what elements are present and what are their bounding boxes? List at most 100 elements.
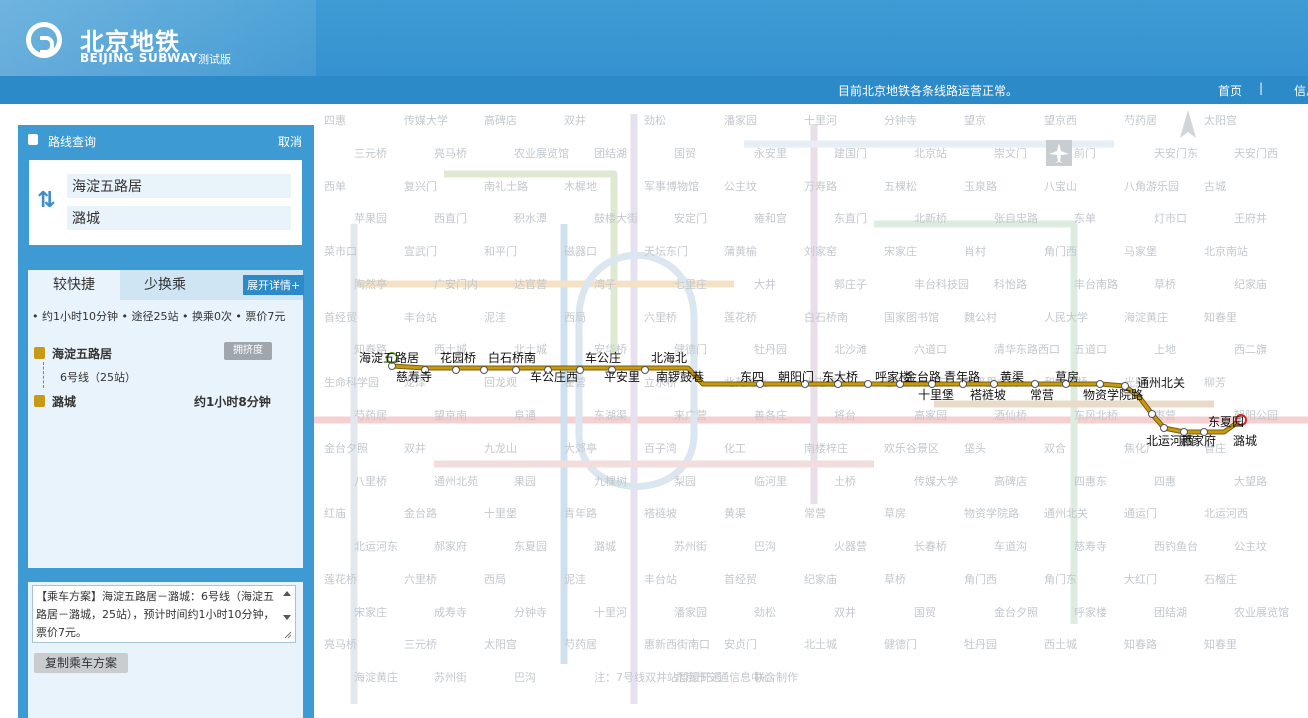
- logo-area[interactable]: 北京地铁 BEIJING SUBWAY 测试版: [0, 0, 316, 76]
- bg-station-label: 十里河: [594, 605, 627, 619]
- route-station-label[interactable]: 东大桥: [822, 368, 858, 385]
- bg-station-label: 八角游乐园: [1124, 179, 1179, 193]
- station-search-box: ⇅: [29, 160, 302, 245]
- nav-home-link[interactable]: 首页: [1218, 82, 1242, 99]
- bg-station-label: 呼家楼: [1074, 605, 1107, 619]
- bg-station-label: 双合: [1044, 441, 1066, 455]
- bg-station-label: 蒲黄榆: [724, 245, 757, 259]
- route-station-label[interactable]: 郝家府: [1180, 432, 1216, 449]
- nav-info-link[interactable]: 信息: [1294, 82, 1308, 99]
- bg-station-label: 惠新西街南口: [644, 638, 710, 652]
- bg-station-label: 十里堡: [484, 507, 517, 521]
- bg-station-label: 团结湖: [594, 146, 627, 160]
- bg-station-label: 苏州街: [434, 671, 467, 685]
- bg-station-label: 金台夕照: [994, 605, 1038, 619]
- route-station-label[interactable]: 草房: [1055, 368, 1079, 385]
- route-station-label[interactable]: 朝阳门: [778, 368, 814, 385]
- bg-station-label: 西局: [564, 310, 586, 324]
- site-header: 北京地铁 BEIJING SUBWAY 测试版 目前北京地铁各条线路运营正常。 …: [0, 0, 1308, 104]
- route-results: 较快捷 少换乘 展开详情+ • 约1小时10分钟 • 途径25站 • 换乘0次 …: [28, 270, 305, 568]
- tab-fastest[interactable]: 较快捷: [28, 270, 120, 300]
- bg-station-label: 联合制作: [754, 671, 798, 685]
- destination-station-name[interactable]: 潞城: [52, 393, 76, 410]
- route-station-label[interactable]: 潞城: [1233, 432, 1257, 449]
- bg-station-label: 物资学院路: [964, 507, 1019, 521]
- bg-station-label: 南礼士路: [484, 179, 528, 193]
- bg-station-label: 潞城: [594, 540, 616, 554]
- route-station-label[interactable]: 常营: [1030, 386, 1054, 403]
- bg-station-label: 北运河西: [1204, 507, 1248, 521]
- bg-station-label: 角门西: [1044, 245, 1077, 259]
- route-station-label[interactable]: 青年路: [944, 368, 980, 385]
- bg-station-label: 长春桥: [914, 540, 947, 554]
- bg-station-label: 北沙滩: [834, 343, 867, 357]
- route-station-label[interactable]: 白石桥南: [488, 349, 536, 366]
- subway-map[interactable]: 四惠 传媒大学 高碑店 双井 劲松 潘家园 十里河 分钟寺 望京 望京西 芍药居 太阳宫 三元桥 亮马桥农…: [314, 104, 1308, 718]
- route-station-label[interactable]: 十里堡: [918, 386, 954, 403]
- bg-station-label: 首经贸: [324, 310, 357, 324]
- bg-station-label: 高家园: [914, 409, 947, 422]
- nav-separator: |: [1259, 81, 1264, 95]
- route-station-label[interactable]: 花园桥: [440, 349, 476, 366]
- bg-station-label: 四惠: [1154, 474, 1176, 488]
- bg-station-label: 西钓鱼台: [1154, 540, 1198, 554]
- route-station-label[interactable]: 金台路: [905, 368, 941, 385]
- destination-train-icon: [34, 395, 45, 407]
- bg-station-label: 丰台南路: [1074, 277, 1118, 291]
- bg-station-label: 知春里: [1204, 638, 1237, 652]
- bg-station-label: 莲花桥: [324, 572, 357, 586]
- bg-station-label: 将台: [834, 409, 856, 422]
- bg-station-label: 土桥: [834, 474, 856, 488]
- to-station-input[interactable]: [67, 206, 291, 230]
- origin-station-name[interactable]: 海淀五路居: [52, 345, 112, 362]
- bg-station-label: 九棵树: [594, 474, 627, 488]
- route-summary: • 约1小时10分钟 • 途径25站 • 换乘0次 • 票价7元: [32, 310, 286, 323]
- copy-plan-button[interactable]: 复制乘车方案: [34, 653, 128, 673]
- bg-station-label: 车道沟: [994, 540, 1027, 554]
- bg-station-label: 亮马桥: [434, 146, 467, 160]
- bg-station-label: 双井: [834, 605, 856, 619]
- trip-duration: 约1小时8分钟: [194, 395, 271, 409]
- route-station-label[interactable]: 物资学院路: [1083, 386, 1143, 403]
- tab-fewest-transfers[interactable]: 少换乘: [120, 270, 210, 300]
- route-station-label[interactable]: 东四: [740, 368, 764, 385]
- cancel-button[interactable]: 取消: [278, 133, 302, 150]
- bg-station-label: 科怡路: [994, 277, 1027, 291]
- bg-station-label: 万寿路: [804, 179, 837, 193]
- bg-station-label: 宋家庄: [354, 605, 387, 619]
- plan-textarea[interactable]: 【乘车方案】海淀五路居－潞城：6号线（海淀五路居－潞城，25站），预计时间约1小…: [32, 585, 296, 643]
- bg-station-label: 巴沟: [754, 540, 776, 554]
- from-station-input[interactable]: [67, 174, 291, 198]
- route-station-label[interactable]: 海淀五路居: [359, 349, 419, 366]
- subway-logo-icon: [26, 22, 62, 58]
- bg-station-label: 西土城: [1044, 638, 1077, 652]
- bg-station-label: 苏州街: [674, 540, 707, 554]
- bg-station-label: 巴沟: [514, 671, 536, 685]
- bg-station-label: 纪家庙: [804, 572, 837, 586]
- bg-station-label: 首经贸: [724, 572, 757, 586]
- bg-station-label: 太阳宫: [484, 638, 517, 652]
- bg-station-label: 郭庄子: [834, 277, 867, 291]
- route-station-label[interactable]: 南锣鼓巷: [656, 368, 704, 385]
- route-station-label[interactable]: 黄渠: [1000, 368, 1024, 385]
- expand-details-button[interactable]: 展开详情+: [243, 275, 305, 295]
- route-station-label[interactable]: 褡裢坡: [970, 386, 1006, 403]
- bg-station-label: 角门西: [964, 572, 997, 586]
- route-station-label[interactable]: 东夏园: [1208, 413, 1244, 430]
- route-station-label[interactable]: 平安里: [604, 368, 640, 385]
- crowd-level-button[interactable]: 拥挤度: [224, 342, 272, 360]
- route-station-label[interactable]: 通州北关: [1137, 374, 1185, 391]
- line-info: 6号线（25站）: [60, 371, 136, 384]
- route-station-label[interactable]: 慈寿寺: [396, 368, 432, 385]
- bg-station-label: 天坛东门: [644, 245, 688, 259]
- bg-station-label: 红庙: [324, 507, 346, 521]
- route-station-label[interactable]: 北海北: [651, 349, 687, 366]
- bg-station-label: 菜市口: [324, 245, 357, 259]
- route-station-label[interactable]: 车公庄西: [530, 368, 578, 385]
- route-station-label[interactable]: 车公庄: [585, 349, 621, 366]
- bg-station-label: 芍药居: [354, 409, 387, 422]
- swap-stations-icon[interactable]: ⇅: [37, 188, 55, 213]
- textarea-scrollbar[interactable]: [281, 588, 293, 642]
- bg-station-label: 潘家园: [674, 605, 707, 619]
- bg-station-label: 望京南: [434, 409, 467, 422]
